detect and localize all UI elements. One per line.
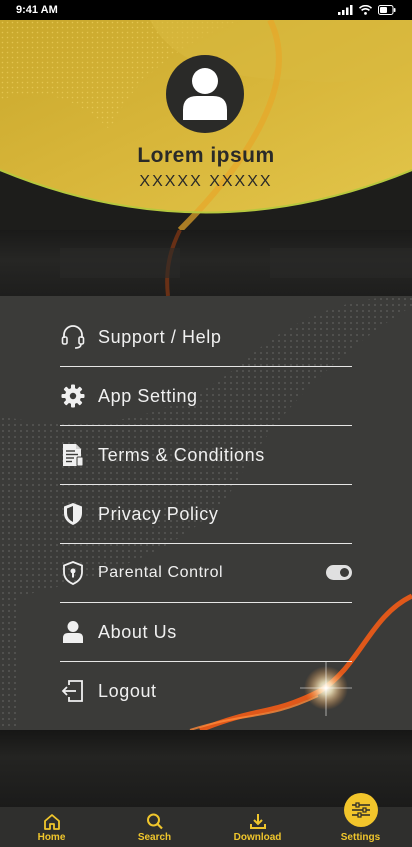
avatar[interactable] [166,55,244,133]
menu-list: Support / Help App Setting Terms & Condi… [60,308,352,720]
headset-icon [60,324,86,350]
menu-item-logout[interactable]: Logout [60,662,352,720]
menu-item-terms[interactable]: Terms & Conditions [60,426,352,485]
profile-header: Lorem ipsum XXXXX XXXXX [0,20,412,230]
shield-icon [60,501,86,527]
menu-item-label: Logout [98,680,157,701]
menu-item-label: About Us [98,621,177,642]
parental-control-toggle[interactable] [326,565,352,580]
battery-icon [378,5,396,15]
gear-icon [60,383,86,409]
menu-item-about[interactable]: About Us [60,603,352,662]
nav-label: Home [37,832,66,843]
menu-item-label: Terms & Conditions [98,444,265,465]
separator-band [0,230,412,296]
nav-label: Search [137,832,172,843]
shield-lock-icon [60,560,86,586]
profile-subtitle: XXXXX XXXXX [139,173,273,190]
menu-item-parental-control[interactable]: Parental Control [60,544,352,603]
menu-item-privacy[interactable]: Privacy Policy [60,485,352,544]
nav-active-bubble [343,793,378,827]
download-icon [249,814,266,829]
person-icon [60,619,86,645]
nav-home[interactable]: Home [0,807,103,847]
nav-label: Settings [340,832,381,843]
menu-item-label: Support / Help [98,326,222,347]
logout-icon [60,678,86,704]
signal-icon [338,5,353,15]
wave-decoration [60,230,412,296]
nav-download[interactable]: Download [206,807,309,847]
profile-name: Lorem ipsum [137,144,275,167]
toggle-knob [340,568,349,577]
status-time: 9:41 AM [16,4,58,16]
wifi-icon [359,5,372,15]
menu-item-label: Parental Control [98,564,224,581]
menu-item-support[interactable]: Support / Help [60,308,352,367]
menu-item-label: App Setting [98,385,198,406]
home-icon [43,814,60,830]
sliders-icon [351,802,370,818]
status-bar: 9:41 AM [0,0,412,20]
menu-item-app-setting[interactable]: App Setting [60,367,352,426]
bottom-navigation: Home Search Download Settings [0,793,412,847]
nav-search[interactable]: Search [103,807,206,847]
nav-settings[interactable]: Settings [309,793,412,847]
search-icon [146,813,163,830]
status-icons [338,5,396,15]
document-icon [60,442,86,468]
nav-label: Download [233,832,282,843]
menu-item-label: Privacy Policy [98,503,219,524]
user-icon [183,68,227,120]
menu-panel: Support / Help App Setting Terms & Condi… [0,296,412,730]
